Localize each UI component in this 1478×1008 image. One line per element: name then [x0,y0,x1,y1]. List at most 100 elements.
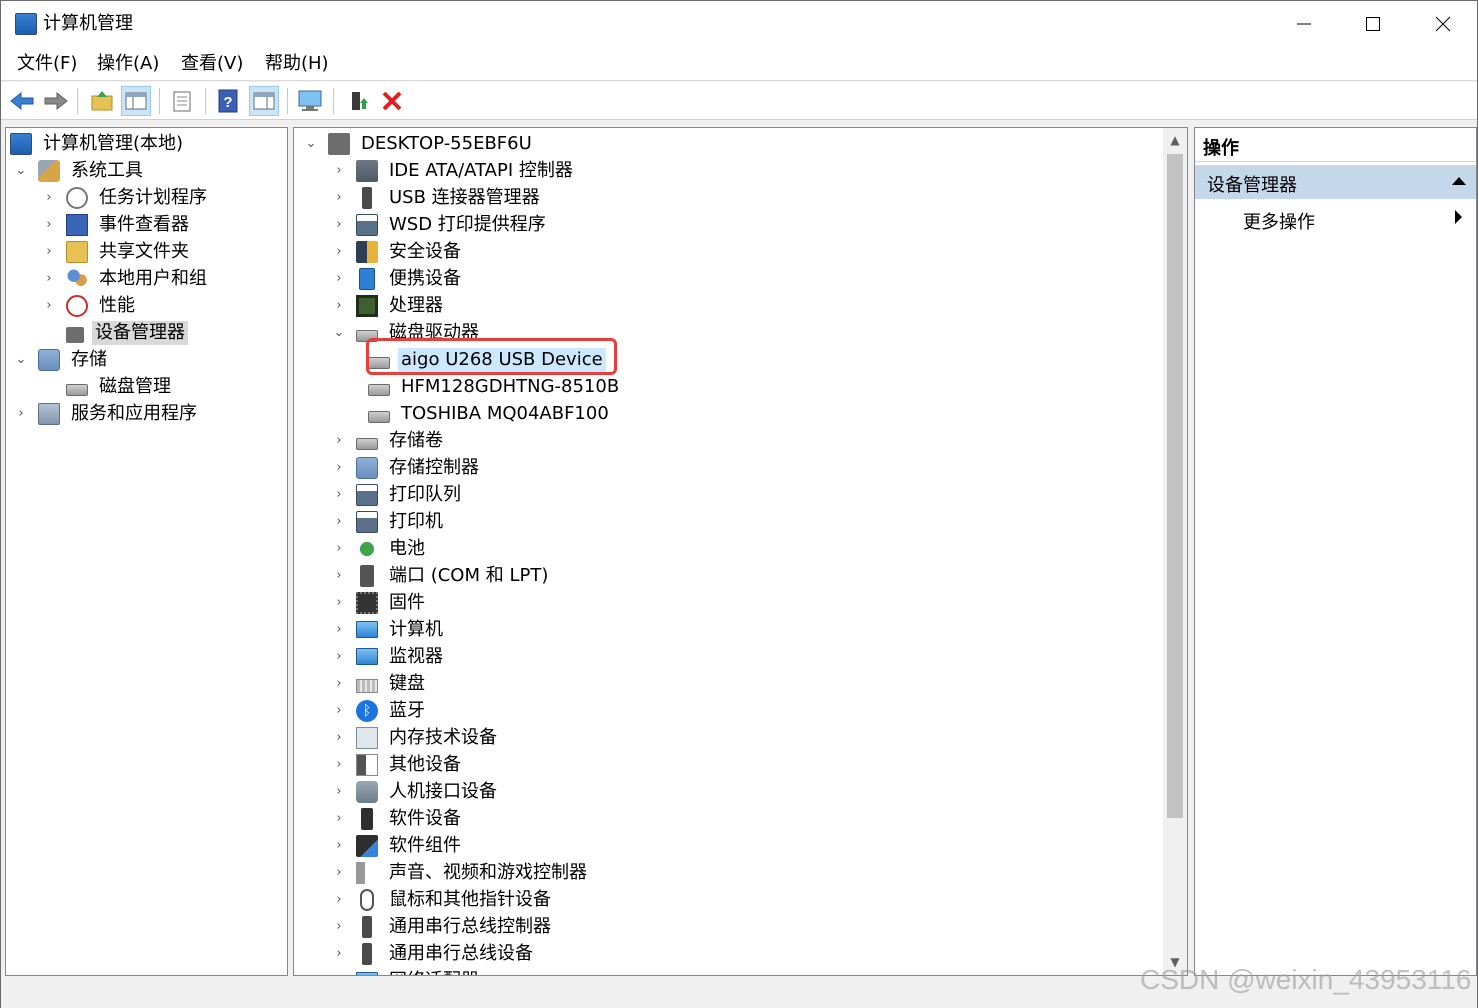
back-button[interactable] [7,86,37,116]
chevron-right-icon[interactable]: › [332,190,346,205]
tree-item-device-manager[interactable]: 设备管理器 [66,319,188,346]
device-category[interactable]: › 声音、视频和游戏控制器 [332,859,590,886]
device-category[interactable]: › 计算机 [332,616,446,643]
forward-button[interactable] [41,86,71,116]
device-category[interactable]: › 安全设备 [332,238,464,265]
device-category[interactable]: ›网络适配器 [332,967,482,975]
device-category[interactable]: › 监视器 [332,643,446,670]
device-category[interactable]: › 便携设备 [332,265,464,292]
device-category[interactable]: › 其他设备 [332,751,464,778]
chevron-right-icon[interactable]: › [332,541,346,556]
device-category[interactable]: › 存储控制器 [332,454,482,481]
vertical-scrollbar[interactable]: ▲ ▼ [1163,128,1187,975]
chevron-right-icon[interactable]: › [332,838,346,853]
device-category[interactable]: › 通用串行总线设备 [332,940,536,967]
device-category[interactable]: › 电池 [332,535,428,562]
device-item-disk[interactable]: HFM128GDHTNG-8510B [368,373,622,400]
chevron-right-icon[interactable]: › [332,487,346,502]
chevron-down-icon[interactable]: ⌄ [304,136,318,151]
chevron-right-icon[interactable]: › [332,622,346,637]
chevron-right-icon[interactable]: › [332,433,346,448]
up-level-button[interactable] [87,86,117,116]
more-actions-item[interactable]: 更多操作 [1243,208,1315,234]
chevron-right-icon[interactable]: › [332,568,346,583]
show-hide-console-tree-button[interactable] [121,86,151,116]
tree-item-shared-folders[interactable]: › 共享文件夹 [42,238,192,265]
device-category[interactable]: › 打印队列 [332,481,464,508]
device-category[interactable]: › 键盘 [332,670,428,697]
chevron-right-icon[interactable]: › [42,271,56,286]
tree-item-system-tools[interactable]: ⌄ 系统工具 [14,157,146,184]
chevron-right-icon[interactable]: › [332,649,346,664]
chevron-right-icon[interactable]: › [332,730,346,745]
device-category[interactable]: › WSD 打印提供程序 [332,211,549,238]
tree-item-event-viewer[interactable]: › 事件查看器 [42,211,192,238]
update-driver-button[interactable] [343,86,373,116]
scan-hardware-button[interactable] [295,86,325,116]
device-category[interactable]: › IDE ATA/ATAPI 控制器 [332,157,576,184]
chevron-right-icon[interactable]: › [332,595,346,610]
menu-action[interactable]: 操作(A) [97,53,159,75]
chevron-right-icon[interactable]: › [42,244,56,259]
chevron-right-icon[interactable]: › [332,865,346,880]
close-button[interactable] [1408,1,1478,47]
chevron-right-icon[interactable]: › [332,703,346,718]
chevron-right-icon[interactable]: › [332,514,346,529]
tree-item-computer-management[interactable]: 计算机管理(本地) [10,130,186,157]
help-button[interactable]: ? [213,86,243,116]
device-category[interactable]: › 端口 (COM 和 LPT) [332,562,551,589]
chevron-right-icon[interactable]: › [332,298,346,313]
chevron-right-icon[interactable]: › [14,406,28,421]
maximize-button[interactable] [1338,1,1408,47]
device-category[interactable]: › 处理器 [332,292,446,319]
chevron-down-icon[interactable]: ⌄ [332,325,346,340]
chevron-down-icon[interactable]: ⌄ [14,163,28,178]
device-category[interactable]: › USB 连接器管理器 [332,184,543,211]
menu-help[interactable]: 帮助(H) [265,53,329,75]
tree-item-storage[interactable]: ⌄ 存储 [14,346,110,373]
actions-group-device-manager[interactable]: 设备管理器 [1195,165,1476,199]
chevron-right-icon[interactable]: › [332,973,346,975]
device-item-disk[interactable]: TOSHIBA MQ04ABF100 [368,400,612,427]
minimize-button[interactable] [1269,1,1339,47]
device-category[interactable]: › 打印机 [332,508,446,535]
chevron-right-icon[interactable]: › [42,298,56,313]
device-category[interactable]: › 软件组件 [332,832,464,859]
collapse-triangle-icon[interactable] [1452,177,1466,185]
chevron-right-icon[interactable]: › [332,244,346,259]
chevron-right-icon[interactable]: › [332,946,346,961]
chevron-right-icon[interactable]: › [332,217,346,232]
chevron-right-icon[interactable]: › [332,676,346,691]
chevron-right-icon[interactable]: › [332,163,346,178]
menu-view[interactable]: 查看(V) [181,53,243,75]
device-category[interactable]: › ᛒ 蓝牙 [332,697,428,724]
device-category[interactable]: › 软件设备 [332,805,464,832]
chevron-right-icon[interactable]: › [332,919,346,934]
chevron-right-icon[interactable]: › [332,460,346,475]
chevron-right-icon[interactable]: › [42,217,56,232]
device-tree-computer[interactable]: ⌄ DESKTOP-55EBF6U [304,130,535,157]
tree-item-disk-management[interactable]: 磁盘管理 [66,373,174,400]
menu-file[interactable]: 文件(F) [17,53,77,75]
tree-item-services-applications[interactable]: › 服务和应用程序 [14,400,200,427]
chevron-right-icon[interactable]: › [332,811,346,826]
chevron-right-icon[interactable]: › [332,892,346,907]
tree-item-task-scheduler[interactable]: › 任务计划程序 [42,184,210,211]
device-category[interactable]: › 鼠标和其他指针设备 [332,886,554,913]
properties-button[interactable] [167,86,197,116]
tree-item-local-users-groups[interactable]: › 本地用户和组 [42,265,210,292]
chevron-right-icon[interactable]: › [332,784,346,799]
scroll-up-arrow-icon[interactable]: ▲ [1163,128,1187,152]
chevron-right-icon[interactable]: › [42,190,56,205]
chevron-right-icon[interactable]: › [332,271,346,286]
device-category[interactable]: › 内存技术设备 [332,724,500,751]
device-category[interactable]: › 人机接口设备 [332,778,500,805]
device-category[interactable]: › 通用串行总线控制器 [332,913,554,940]
scrollbar-thumb[interactable] [1167,154,1183,818]
device-category[interactable]: › 固件 [332,589,428,616]
uninstall-device-button[interactable] [377,86,407,116]
tree-item-performance[interactable]: › 性能 [42,292,138,319]
device-category[interactable]: › 存储卷 [332,427,446,454]
chevron-down-icon[interactable]: ⌄ [14,352,28,367]
chevron-right-icon[interactable]: › [332,757,346,772]
